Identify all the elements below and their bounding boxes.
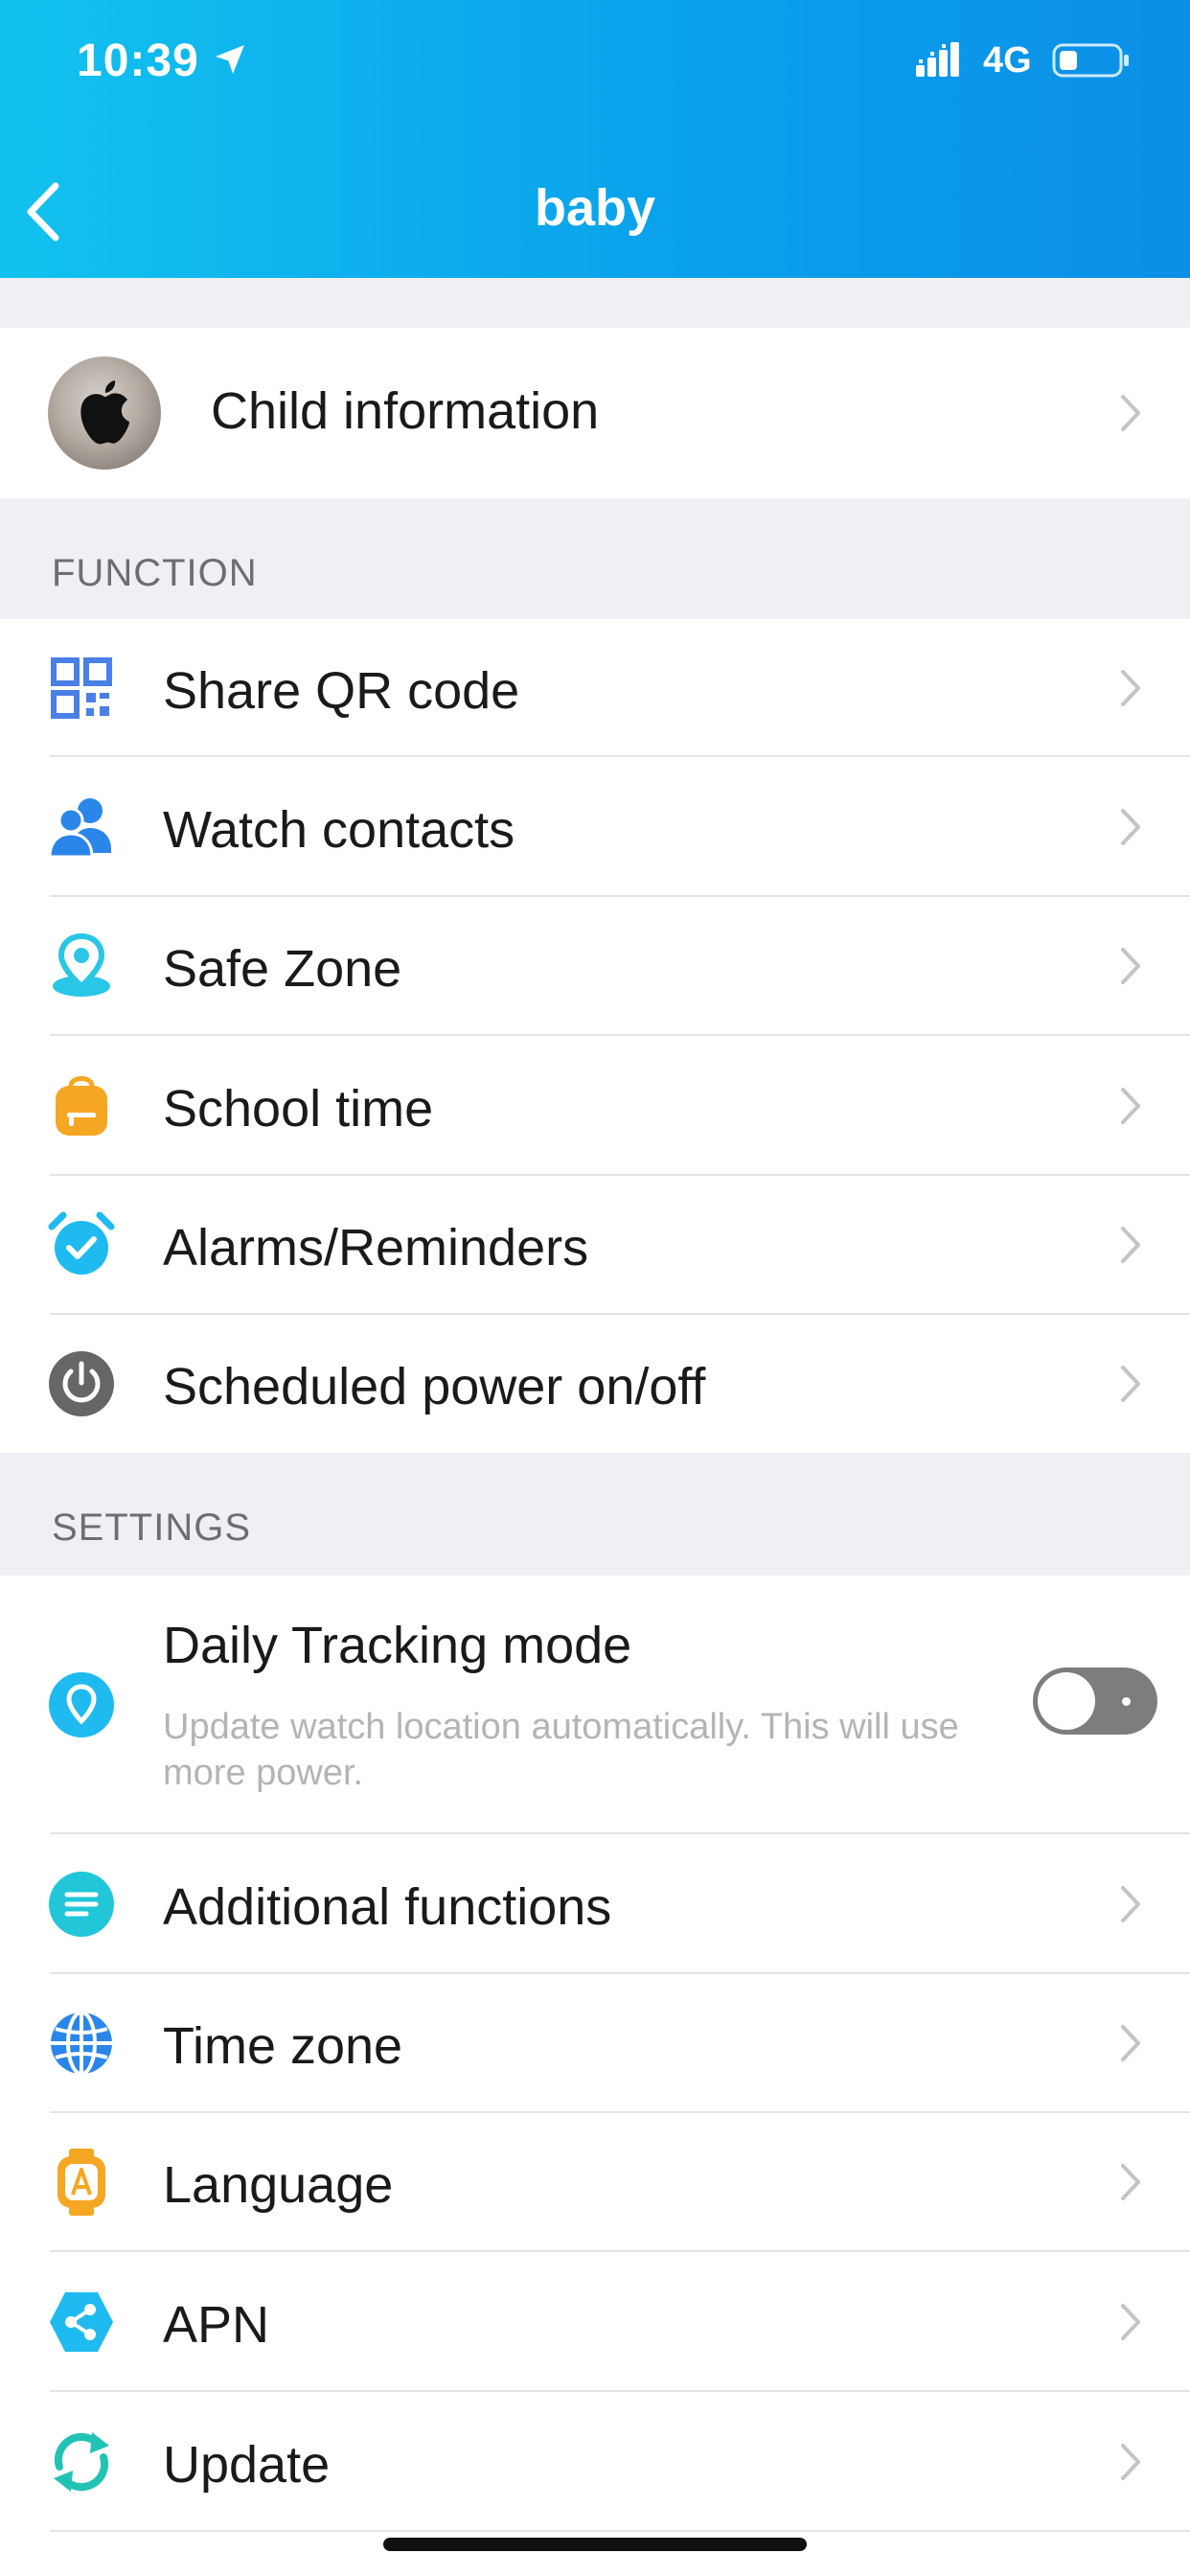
apn-label: APN [163, 2296, 270, 2354]
additional-functions-label: Additional functions [163, 1878, 612, 1936]
globe-icon [51, 2011, 112, 2076]
function-section-header: FUNCTION [0, 498, 1190, 619]
list-icon [49, 1872, 114, 1937]
time-zone-row[interactable]: Time zone [0, 1974, 1190, 2113]
chevron-right-icon [1121, 1088, 1140, 1124]
scheduled-power-label: Scheduled power on/off [163, 1358, 706, 1415]
chevron-right-icon [1121, 1886, 1140, 1922]
chevron-right-icon [1121, 2444, 1140, 2480]
daily-tracking-toggle[interactable] [1033, 1668, 1157, 1735]
settings-section-header: SETTINGS [0, 1453, 1190, 1576]
share-icon [50, 2292, 113, 2352]
toggle-off-indicator [1122, 1697, 1131, 1706]
toggle-knob [1038, 1672, 1095, 1730]
chevron-right-icon [1121, 2304, 1140, 2340]
language-watch-icon [57, 2149, 105, 2216]
chevron-right-icon [1121, 395, 1140, 431]
chevron-right-icon [1121, 670, 1140, 706]
apple-logo-icon [80, 380, 129, 445]
header-bar: 10:39 4G baby [0, 0, 1190, 278]
chevron-right-icon [1121, 2025, 1140, 2061]
power-icon [49, 1351, 114, 1416]
location-arrow-icon [216, 45, 244, 74]
device-settings-screen: 10:39 4G baby Child information FUNCTION… [0, 0, 1190, 2576]
chevron-right-icon [1121, 809, 1140, 845]
school-time-row[interactable]: School time [0, 1036, 1190, 1176]
safe-zone-icon [53, 932, 110, 997]
watch-contacts-label: Watch contacts [163, 801, 515, 859]
refresh-icon [54, 2432, 109, 2492]
alarms-reminders-label: Alarms/Reminders [163, 1219, 589, 1276]
scheduled-power-row[interactable]: Scheduled power on/off [0, 1315, 1190, 1453]
location-pin-icon [49, 1672, 114, 1737]
chevron-right-icon [1121, 1366, 1140, 1402]
apn-row[interactable]: APN [0, 2252, 1190, 2392]
language-label: Language [163, 2156, 394, 2214]
daily-tracking-description: Update watch location automatically. Thi… [163, 1707, 959, 1793]
update-label: Update [163, 2436, 331, 2494]
network-type: 4G [983, 40, 1032, 80]
qr-code-icon [51, 657, 112, 719]
contacts-icon [48, 798, 111, 859]
safe-zone-row[interactable]: Safe Zone [0, 897, 1190, 1036]
function-section-title: FUNCTION [52, 552, 258, 594]
daily-tracking-label: Daily Tracking mode [163, 1617, 632, 1674]
home-indicator[interactable] [383, 2538, 807, 2551]
child-information-row[interactable]: Child information [0, 328, 1190, 498]
time-zone-label: Time zone [163, 2017, 403, 2075]
row-divider [50, 2530, 1190, 2532]
alarms-reminders-row[interactable]: Alarms/Reminders [0, 1176, 1190, 1315]
status-time: 10:39 [77, 35, 199, 86]
watch-contacts-row[interactable]: Watch contacts [0, 757, 1190, 897]
daily-tracking-row: Daily Tracking mode Update watch locatio… [0, 1576, 1190, 1834]
battery-icon [1052, 43, 1129, 78]
signal-icon [916, 42, 959, 77]
settings-section-title: SETTINGS [52, 1506, 252, 1549]
alarm-clock-icon [48, 1211, 115, 1275]
chevron-right-icon [1121, 1227, 1140, 1263]
page-title: baby [534, 179, 656, 237]
additional-functions-row[interactable]: Additional functions [0, 1834, 1190, 1974]
share-qr-code-row[interactable]: Share QR code [0, 619, 1190, 757]
school-time-label: School time [163, 1080, 434, 1138]
avatar [48, 356, 161, 470]
safe-zone-label: Safe Zone [163, 940, 402, 998]
school-bag-icon [56, 1076, 107, 1136]
chevron-right-icon [1121, 2164, 1140, 2200]
share-qr-code-label: Share QR code [163, 662, 520, 720]
language-row[interactable]: Language [0, 2113, 1190, 2252]
chevron-right-icon [1121, 948, 1140, 984]
child-information-label: Child information [211, 382, 600, 440]
